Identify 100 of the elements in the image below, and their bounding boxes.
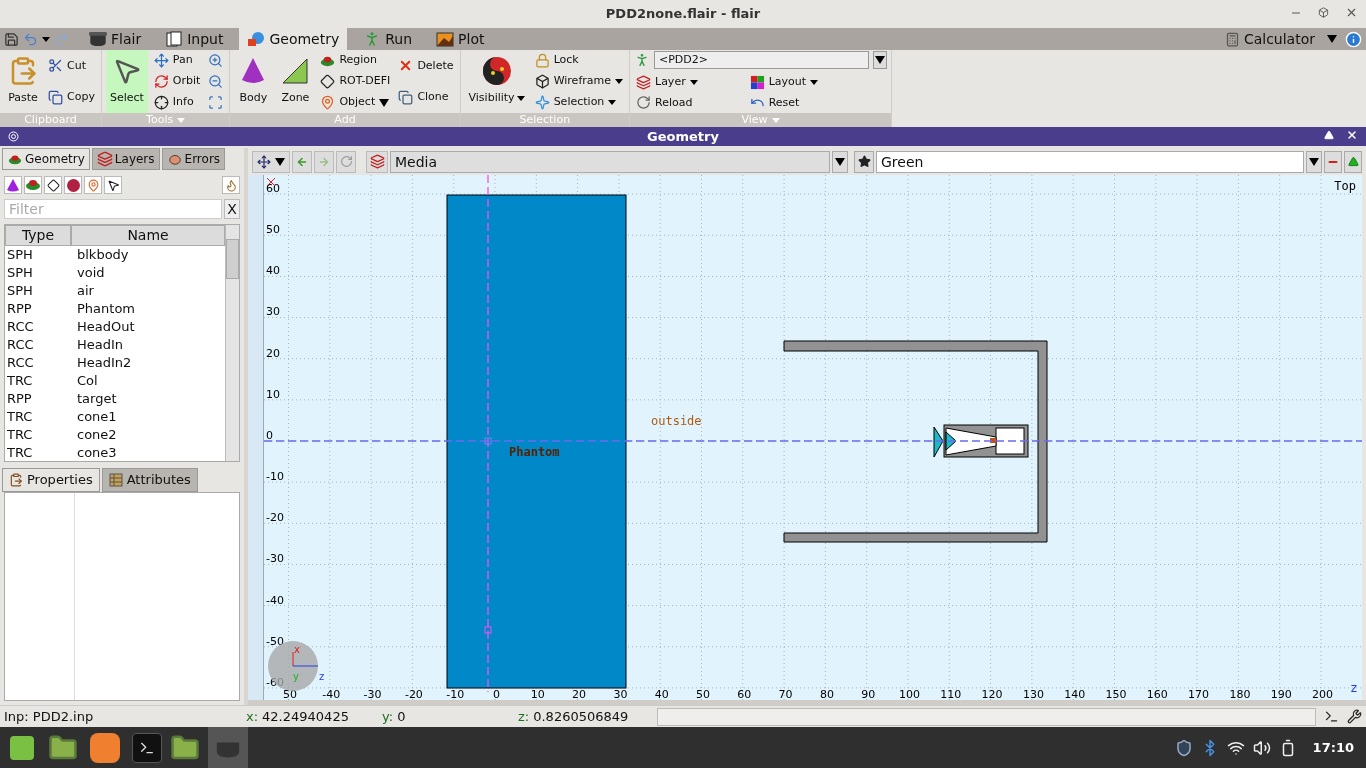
ribbon-button[interactable]: Copy (46, 87, 97, 107)
filter-field[interactable]: Filter (4, 199, 223, 219)
brush-button[interactable] (222, 176, 241, 194)
layers-icon (369, 154, 385, 169)
ribbon-button[interactable]: ROT-DEFI (318, 72, 393, 91)
terminal-icon[interactable] (132, 732, 162, 763)
remove-button[interactable] (1324, 150, 1342, 173)
column-header[interactable]: Name (71, 225, 226, 246)
table-cell-text: RCC (6, 318, 35, 336)
panel-tab[interactable]: Errors (161, 148, 226, 170)
panel-tab[interactable]: Layers (91, 148, 160, 170)
panel-tab[interactable]: Attributes (101, 468, 198, 492)
axis-tick-label: 200 (1312, 688, 1333, 700)
panel-tab[interactable]: Properties (2, 468, 100, 492)
plot-icon (436, 30, 455, 48)
close-icon[interactable] (1346, 129, 1358, 141)
copy-icon (48, 89, 63, 105)
ribbon-button[interactable]: Visibility (464, 50, 529, 113)
calculator-button[interactable]: Calculator (1216, 28, 1323, 50)
layers-button[interactable] (366, 150, 388, 173)
axis-name: x (294, 644, 300, 655)
ribbon-button[interactable]: Orbit (151, 72, 203, 91)
volume-icon[interactable] (1252, 738, 1271, 757)
coordinate-value: 0 (397, 707, 406, 726)
layers-icon (636, 74, 651, 90)
ribbon-button[interactable]: Cut (46, 56, 97, 76)
ribbon-button[interactable]: Clone (396, 87, 456, 107)
zoom-in-icon (208, 53, 224, 68)
axis-name: z (319, 671, 325, 682)
view-combo[interactable]: <PDD2> (654, 51, 869, 69)
browser-icon[interactable] (90, 732, 120, 763)
ribbon-button[interactable]: Body (234, 50, 273, 113)
ribbon-button[interactable]: Wireframe (532, 72, 625, 91)
ribbon-button[interactable]: Layout (747, 72, 821, 92)
table-cell-text: TRC (6, 372, 34, 390)
favorite-button[interactable] (854, 150, 874, 173)
table-cell-text: SPH (6, 282, 34, 300)
combo-dropdown-button[interactable] (1306, 150, 1322, 173)
menu-tab[interactable]: Geometry (239, 28, 348, 50)
cone-button[interactable] (4, 176, 22, 194)
marker[interactable] (484, 626, 492, 634)
collimator-drawing[interactable] (933, 424, 1029, 458)
pot-icon (89, 31, 107, 47)
terminal-icon[interactable] (1324, 709, 1339, 724)
clock[interactable]: 17:10 (1304, 737, 1362, 758)
save-icon[interactable] (4, 31, 19, 47)
region-button[interactable] (24, 176, 42, 194)
menu-tab[interactable]: Flair (81, 28, 150, 50)
info-icon[interactable] (1345, 31, 1362, 48)
ribbon-button[interactable]: Reload (634, 93, 700, 113)
combo-dropdown-button[interactable] (873, 51, 887, 69)
tools-icon[interactable] (1347, 709, 1362, 724)
color-combo[interactable]: Green (876, 150, 1304, 173)
axis-tick-label: -50 (266, 634, 284, 648)
ribbon-button[interactable]: Reset (747, 93, 821, 113)
close-icon[interactable] (1345, 6, 1358, 19)
menu-tab[interactable]: Input (157, 28, 232, 50)
grid-icon (108, 473, 123, 487)
axis-tick-label: 90 (861, 688, 876, 700)
marker[interactable] (484, 437, 492, 445)
scrollbar[interactable] (225, 225, 240, 461)
add-button[interactable] (1344, 150, 1362, 173)
shield-icon[interactable] (1174, 738, 1193, 757)
forward-icon (318, 155, 330, 168)
ribbon-button[interactable]: Selection (532, 93, 625, 112)
caret-icon (615, 79, 623, 84)
axis-tick-label: 40 (266, 264, 280, 278)
target-icon[interactable] (8, 131, 19, 142)
table-cell-text: RCC (6, 336, 35, 354)
column-header[interactable]: Type (5, 225, 71, 246)
head-shell[interactable] (783, 340, 1048, 543)
zoom-fit-icon (208, 95, 224, 110)
ribbon-button[interactable]: Lock (532, 51, 625, 70)
ribbon-button[interactable]: Paste (4, 50, 42, 113)
ribbon-button[interactable]: Pan (151, 51, 203, 70)
ribbon-button[interactable]: Zone (276, 50, 315, 113)
sphere-button[interactable] (64, 176, 82, 194)
ribbon-button[interactable]: Select (105, 50, 148, 113)
back-button[interactable] (292, 150, 312, 173)
rotdefi-button[interactable] (44, 176, 62, 194)
clear-filter-button[interactable]: X (224, 199, 241, 219)
menu-tab[interactable]: Plot (428, 28, 493, 50)
group-label: Add (230, 113, 460, 127)
ribbon-button[interactable]: Delete (396, 56, 456, 76)
orbit-icon (153, 74, 169, 89)
pointer-button[interactable] (104, 176, 122, 194)
cone-icon (7, 178, 19, 192)
table-cell-text: HeadIn (76, 336, 125, 354)
pot-icon (215, 737, 241, 758)
ribbon-button[interactable]: Layer (634, 72, 700, 92)
menu-tab[interactable]: Run (355, 28, 421, 50)
combo-dropdown-button[interactable] (832, 150, 848, 173)
ribbon-button[interactable]: Info (151, 93, 203, 112)
layout-icon (749, 74, 765, 90)
panel-tab[interactable]: Geometry (2, 148, 90, 170)
ribbon-button[interactable]: Region (318, 51, 393, 70)
table-cell-text: air (76, 282, 95, 300)
media-combo[interactable]: Media (390, 150, 830, 173)
navigation-button[interactable] (252, 150, 290, 173)
axis-tick-label: 150 (1105, 688, 1127, 700)
